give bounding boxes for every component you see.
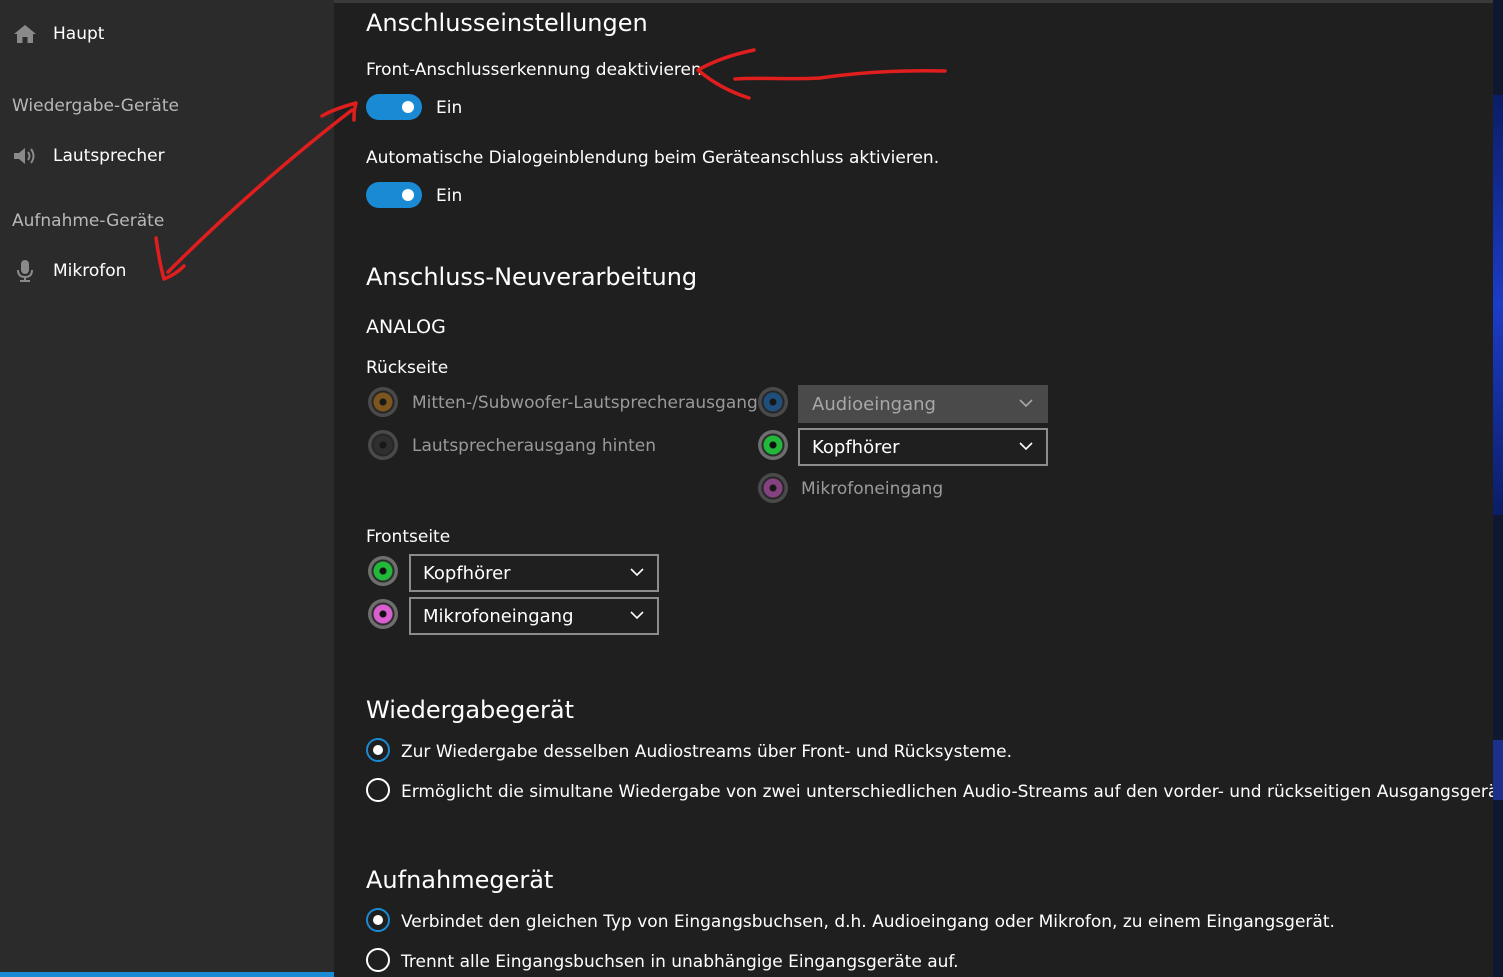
- front-label: Frontseite: [366, 527, 451, 547]
- auto-popup-state: Ein: [436, 186, 463, 206]
- background-glow: [1493, 740, 1503, 800]
- home-icon: [12, 21, 38, 47]
- main-content: Anschlusseinstellungen Front-Anschlusser…: [334, 3, 1503, 977]
- blue-jack-icon: [758, 387, 788, 417]
- retasking-title: Anschluss-Neuverarbeitung: [366, 263, 698, 291]
- sidebar-item-label: Lautsprecher: [53, 146, 165, 166]
- rear-headphone-select[interactable]: Kopfhörer: [798, 428, 1048, 466]
- microphone-icon: [12, 258, 38, 284]
- playback-option2-label: Ermöglicht die simultane Wiedergabe von …: [401, 782, 1503, 802]
- playback-option2-radio[interactable]: [366, 778, 390, 802]
- chevron-down-icon: [1019, 399, 1033, 408]
- front-detect-toggle[interactable]: [366, 94, 422, 120]
- front-detect-state: Ein: [436, 98, 463, 118]
- recording-device-title: Aufnahmegerät: [366, 866, 554, 894]
- recording-option2-radio[interactable]: [366, 948, 390, 972]
- connector-settings-title: Anschlusseinstellungen: [366, 9, 648, 37]
- auto-popup-label: Automatische Dialogeinblendung beim Gerä…: [366, 148, 940, 168]
- toggle-knob: [402, 189, 414, 201]
- recording-option1-radio[interactable]: [366, 908, 390, 932]
- front-detect-label: Front-Anschlusserkennung deaktivieren: [366, 60, 702, 80]
- green-jack-icon: [368, 556, 398, 586]
- sidebar-item-label: Haupt: [53, 24, 105, 44]
- sidebar: Haupt Wiedergabe-Geräte Lautsprecher Auf…: [0, 0, 334, 977]
- chevron-down-icon: [630, 568, 644, 577]
- recording-devices-header: Aufnahme-Geräte: [12, 211, 165, 231]
- auto-popup-toggle[interactable]: [366, 182, 422, 208]
- sidebar-item-label: Mikrofon: [53, 261, 127, 281]
- pink-jack-icon: [758, 473, 788, 503]
- chevron-down-icon: [1019, 442, 1033, 451]
- front-mic-select[interactable]: Mikrofoneingang: [409, 597, 659, 635]
- playback-devices-header: Wiedergabe-Geräte: [12, 96, 179, 116]
- recording-option1-label: Verbindet den gleichen Typ von Eingangsb…: [401, 912, 1335, 932]
- toggle-knob: [402, 101, 414, 113]
- center-sub-output-label: Mitten-/Subwoofer-Lautsprecherausgang: [412, 393, 758, 413]
- chevron-down-icon: [630, 611, 644, 620]
- rear-speaker-output-label: Lautsprecherausgang hinten: [412, 436, 657, 456]
- pink-jack-icon: [368, 599, 398, 629]
- rear-label: Rückseite: [366, 358, 449, 378]
- green-jack-icon: [758, 430, 788, 460]
- select-value: Kopfhörer: [812, 436, 900, 458]
- recording-option2-label: Trennt alle Eingangsbuchsen in unabhängi…: [401, 952, 959, 972]
- select-value: Audioeingang: [812, 393, 936, 415]
- select-value: Mikrofoneingang: [423, 605, 574, 627]
- speaker-icon: [12, 143, 38, 169]
- front-headphone-select[interactable]: Kopfhörer: [409, 554, 659, 592]
- rear-mic-in-label: Mikrofoneingang: [801, 479, 944, 499]
- select-value: Kopfhörer: [423, 562, 511, 584]
- sidebar-accent-bar: [0, 972, 334, 977]
- radio-dot: [373, 745, 383, 755]
- radio-dot: [373, 915, 383, 925]
- sidebar-item-home[interactable]: Haupt: [12, 21, 104, 47]
- audio-in-select: Audioeingang: [798, 385, 1048, 423]
- sidebar-item-microphone[interactable]: Mikrofon: [12, 258, 126, 284]
- black-jack-icon: [368, 430, 398, 460]
- analog-label: ANALOG: [366, 316, 446, 338]
- playback-option1-radio[interactable]: [366, 738, 390, 762]
- playback-option1-label: Zur Wiedergabe desselben Audiostreams üb…: [401, 742, 1012, 762]
- sidebar-item-speaker[interactable]: Lautsprecher: [12, 143, 165, 169]
- orange-jack-icon: [368, 387, 398, 417]
- background-glow: [1493, 95, 1503, 515]
- window-right-edge: [1493, 0, 1503, 977]
- playback-device-title: Wiedergabegerät: [366, 696, 575, 724]
